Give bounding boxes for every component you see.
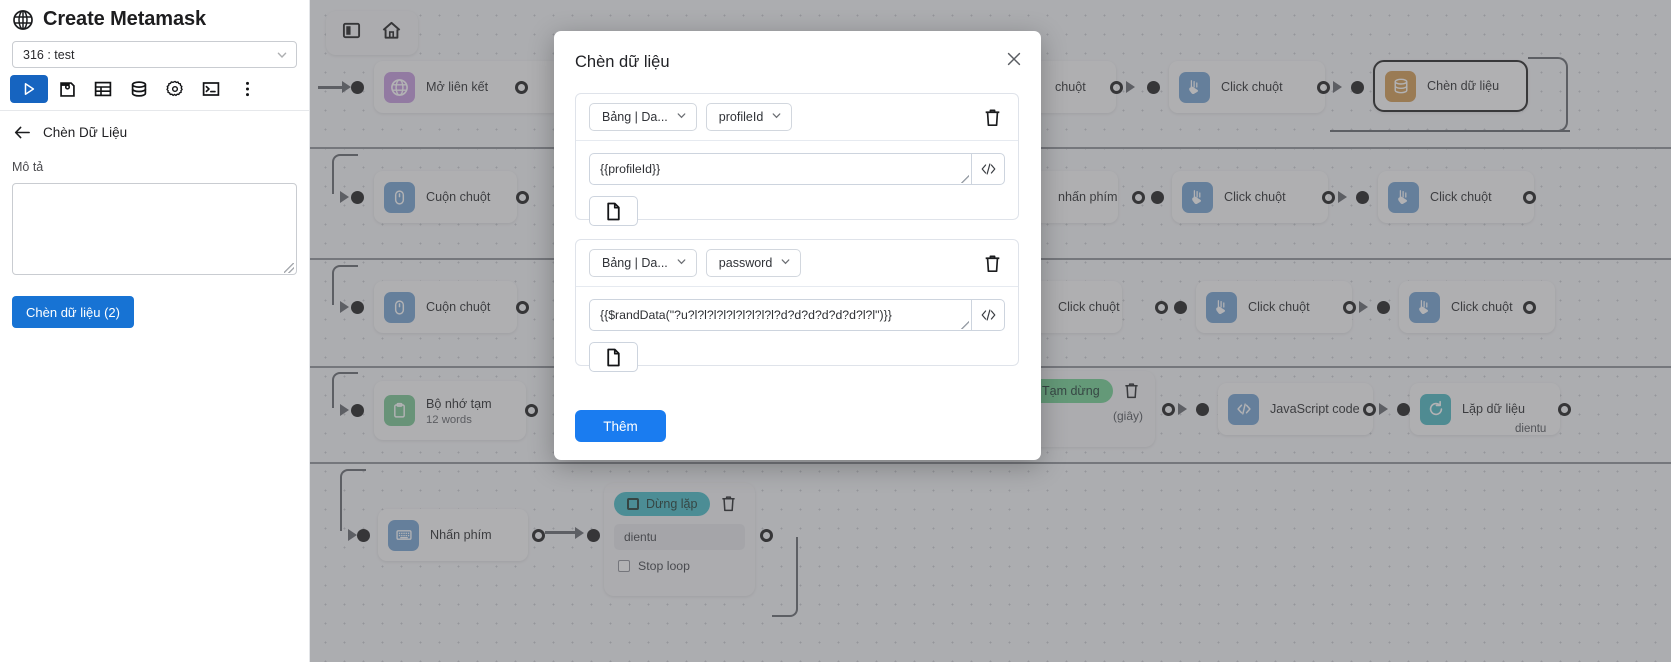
value-textarea[interactable]: {{profileId}} [589, 153, 971, 185]
resize-grip-icon[interactable] [284, 263, 294, 273]
value-textarea[interactable]: {{$randData("?u?l?l?l?l?l?l?l?l?l?d?d?d?… [589, 299, 971, 331]
code-brackets-icon[interactable] [971, 299, 1005, 331]
data-row-group: Bảng | Da... profileId {{profileId}} [575, 93, 1019, 226]
modal-title: Chèn dữ liệu [575, 53, 670, 71]
field-select-value: password [718, 256, 773, 270]
data-row-group: Bảng | Da... password {{$randData("?u?l?… [575, 239, 1019, 372]
chevron-down-icon [676, 256, 687, 270]
close-icon[interactable] [1002, 47, 1026, 71]
description-input[interactable] [12, 183, 297, 275]
back-label: Chèn Dữ Liệu [43, 125, 128, 140]
settings-button[interactable] [158, 75, 192, 103]
terminal-button[interactable] [194, 75, 228, 103]
field-select[interactable]: password [705, 249, 802, 277]
arrow-left-icon[interactable] [14, 124, 31, 141]
value-text: {{$randData("?u?l?l?l?l?l?l?l?l?l?d?d?d?… [600, 308, 892, 322]
resize-grip-icon[interactable] [961, 321, 969, 329]
app-root: Mở liên kết chuột Click chuột Chèn dữ li… [0, 0, 1671, 662]
trash-icon[interactable] [979, 250, 1005, 276]
chevron-down-icon [676, 110, 687, 124]
file-icon[interactable] [589, 196, 638, 226]
globe-icon [12, 9, 34, 31]
source-select[interactable]: Bảng | Da... [589, 103, 697, 131]
profile-select-value: 316 : test [23, 47, 75, 62]
left-sidebar: Create Metamask 316 : test Chèn Dữ Liệu … [0, 0, 310, 662]
source-select[interactable]: Bảng | Da... [589, 249, 697, 277]
value-text: {{profileId}} [600, 162, 661, 176]
field-select[interactable]: profileId [705, 103, 793, 131]
insert-data-modal: Chèn dữ liệu Bảng | Da... profileId {{pr… [554, 31, 1041, 460]
database-button[interactable] [122, 75, 156, 103]
code-brackets-icon[interactable] [971, 153, 1005, 185]
description-label: Mô tả [12, 160, 44, 174]
page-title: Create Metamask [43, 8, 207, 30]
save-button[interactable] [50, 75, 84, 103]
trash-icon[interactable] [979, 104, 1005, 130]
back-navigation[interactable]: Chèn Dữ Liệu [0, 111, 309, 154]
source-select-value: Bảng | Da... [602, 110, 668, 124]
field-select-value: profileId [718, 110, 764, 124]
insert-data-button[interactable]: Chèn dữ liệu (2) [12, 296, 134, 328]
resize-grip-icon[interactable] [961, 175, 969, 183]
source-select-value: Bảng | Da... [602, 256, 668, 270]
run-button[interactable] [10, 75, 48, 103]
sidebar-toolbar [0, 68, 309, 111]
chevron-down-icon [780, 256, 791, 270]
chevron-down-icon [276, 49, 288, 61]
add-button[interactable]: Thêm [575, 410, 666, 442]
chevron-down-icon [771, 110, 782, 124]
table-button[interactable] [86, 75, 120, 103]
file-icon[interactable] [589, 342, 638, 372]
profile-select[interactable]: 316 : test [12, 41, 297, 68]
more-button[interactable] [230, 75, 264, 103]
